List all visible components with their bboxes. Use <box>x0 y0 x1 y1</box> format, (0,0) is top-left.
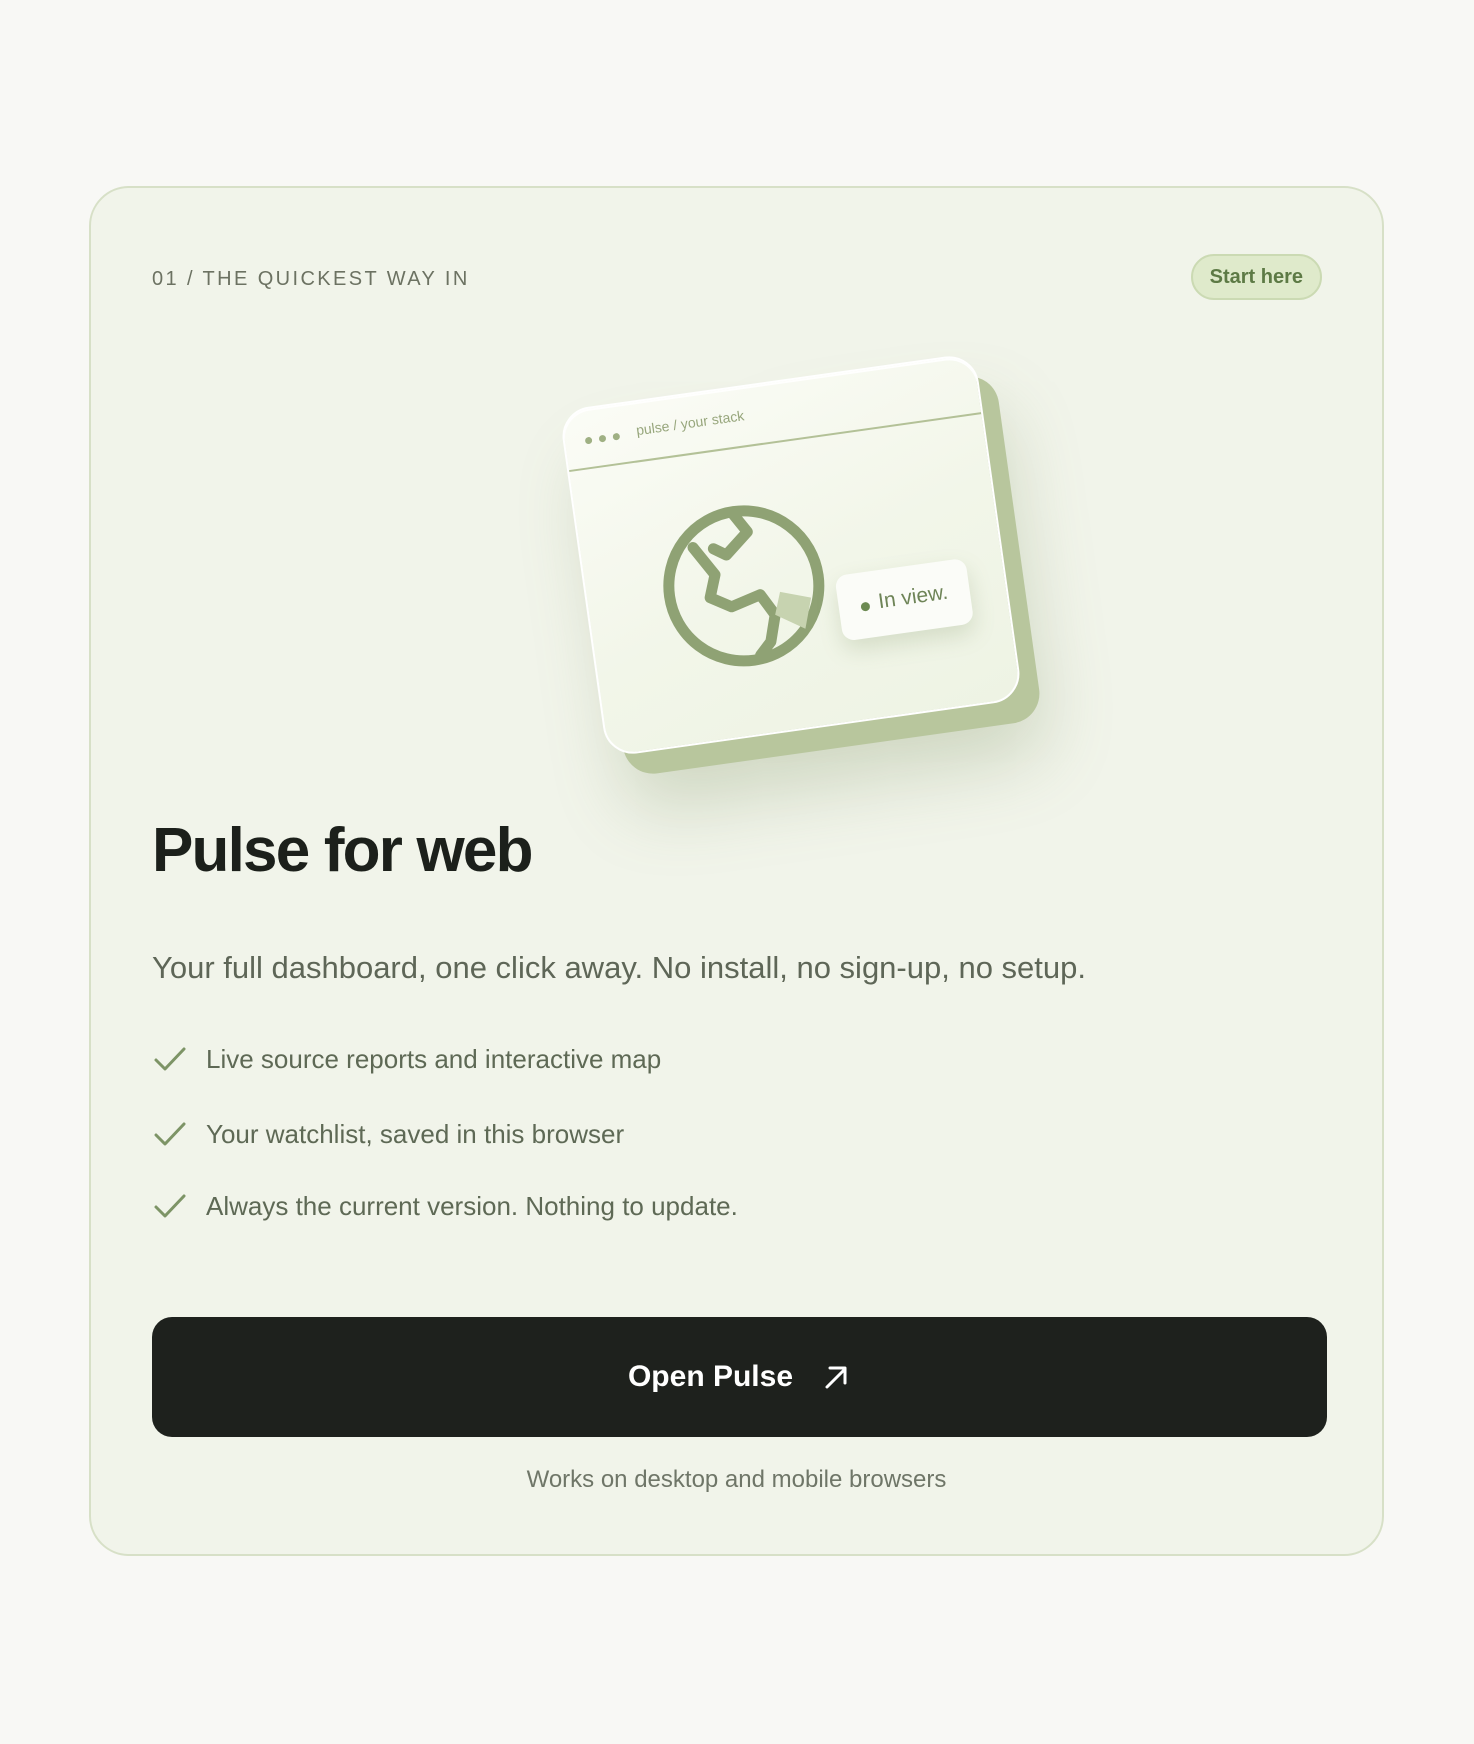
section-eyebrow: 01 / THE QUICKEST WAY IN <box>152 268 470 290</box>
feature-label: Your watchlist, saved in this browser <box>206 1119 625 1149</box>
check-icon <box>154 1047 186 1071</box>
open-pulse-button[interactable]: Open Pulse <box>152 1317 1327 1437</box>
window-controls <box>584 432 621 445</box>
in-view-chip: In view. <box>834 557 975 642</box>
window-dot <box>612 432 621 441</box>
browser-support-note: Works on desktop and mobile browsers <box>526 1466 947 1493</box>
status-dot <box>860 601 871 612</box>
arrow-up-right-icon <box>825 1366 847 1389</box>
card-subtitle: Your full dashboard, one click away. No … <box>152 950 1086 985</box>
card-title: Pulse for web <box>152 816 534 885</box>
globe-icon <box>663 505 825 667</box>
feature-label: Live source reports and interactive map <box>206 1044 662 1074</box>
browser-illustration: pulse / your stack In view. <box>441 308 1044 778</box>
window-dot <box>584 436 593 445</box>
web-app-card: 01 / THE QUICKEST WAY IN Start here puls… <box>89 186 1384 1556</box>
window-dot <box>598 434 607 443</box>
open-pulse-button-content: Open Pulse <box>628 1360 851 1394</box>
check-icon <box>154 1194 186 1218</box>
check-icon <box>154 1122 186 1146</box>
open-pulse-button-label: Open Pulse <box>627 1360 794 1393</box>
status-chip-label: In view. <box>876 580 950 614</box>
browser-window-bar: pulse / your stack <box>560 354 982 473</box>
browser-window-title: pulse / your stack <box>635 407 746 439</box>
start-here-badge: Start here <box>1190 254 1322 300</box>
browser-window: pulse / your stack In view. <box>558 352 1024 758</box>
feature-label: Always the current version. Nothing to u… <box>206 1191 738 1221</box>
